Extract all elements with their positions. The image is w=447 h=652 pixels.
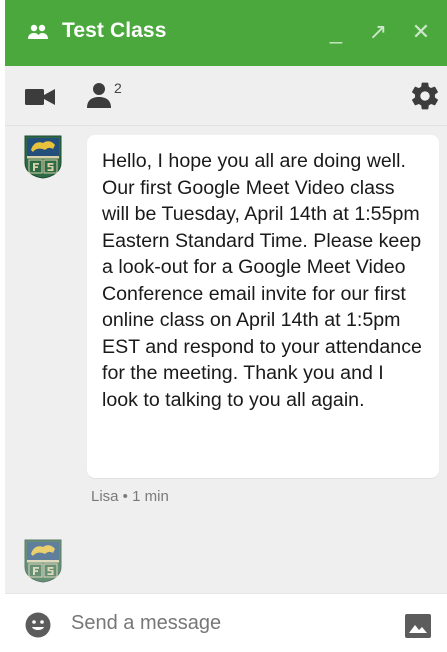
- message-input[interactable]: [71, 606, 391, 640]
- emoji-icon[interactable]: [25, 612, 51, 638]
- close-button[interactable]: ✕: [408, 18, 434, 46]
- participants-button[interactable]: 2: [87, 80, 131, 112]
- chat-title: Test Class: [62, 19, 167, 42]
- message-composer: [5, 593, 447, 652]
- participant-count: 2: [114, 80, 122, 96]
- person-icon: [87, 83, 111, 108]
- video-camera-icon[interactable]: [25, 88, 55, 106]
- group-chat-icon: [28, 24, 48, 39]
- gear-icon[interactable]: [409, 80, 441, 112]
- message-list[interactable]: Hello, I hope you all are doing well. Ou…: [5, 127, 447, 593]
- school-crest-avatar: [24, 135, 62, 179]
- message-text: Hello, I hope you all are doing well. Ou…: [102, 150, 422, 411]
- school-crest-avatar: [24, 539, 62, 583]
- minimize-button[interactable]: _: [323, 18, 349, 46]
- popout-button[interactable]: ↗: [365, 18, 391, 46]
- chat-toolbar: 2: [5, 66, 447, 126]
- chat-window: Test Class _ ↗ ✕ 2 Hello, I hope you all…: [5, 0, 447, 652]
- message-bubble: Hello, I hope you all are doing well. Ou…: [87, 135, 439, 478]
- chat-header: Test Class _ ↗ ✕: [5, 0, 447, 66]
- message-meta: Lisa • 1 min: [91, 488, 169, 505]
- image-icon[interactable]: [405, 614, 431, 638]
